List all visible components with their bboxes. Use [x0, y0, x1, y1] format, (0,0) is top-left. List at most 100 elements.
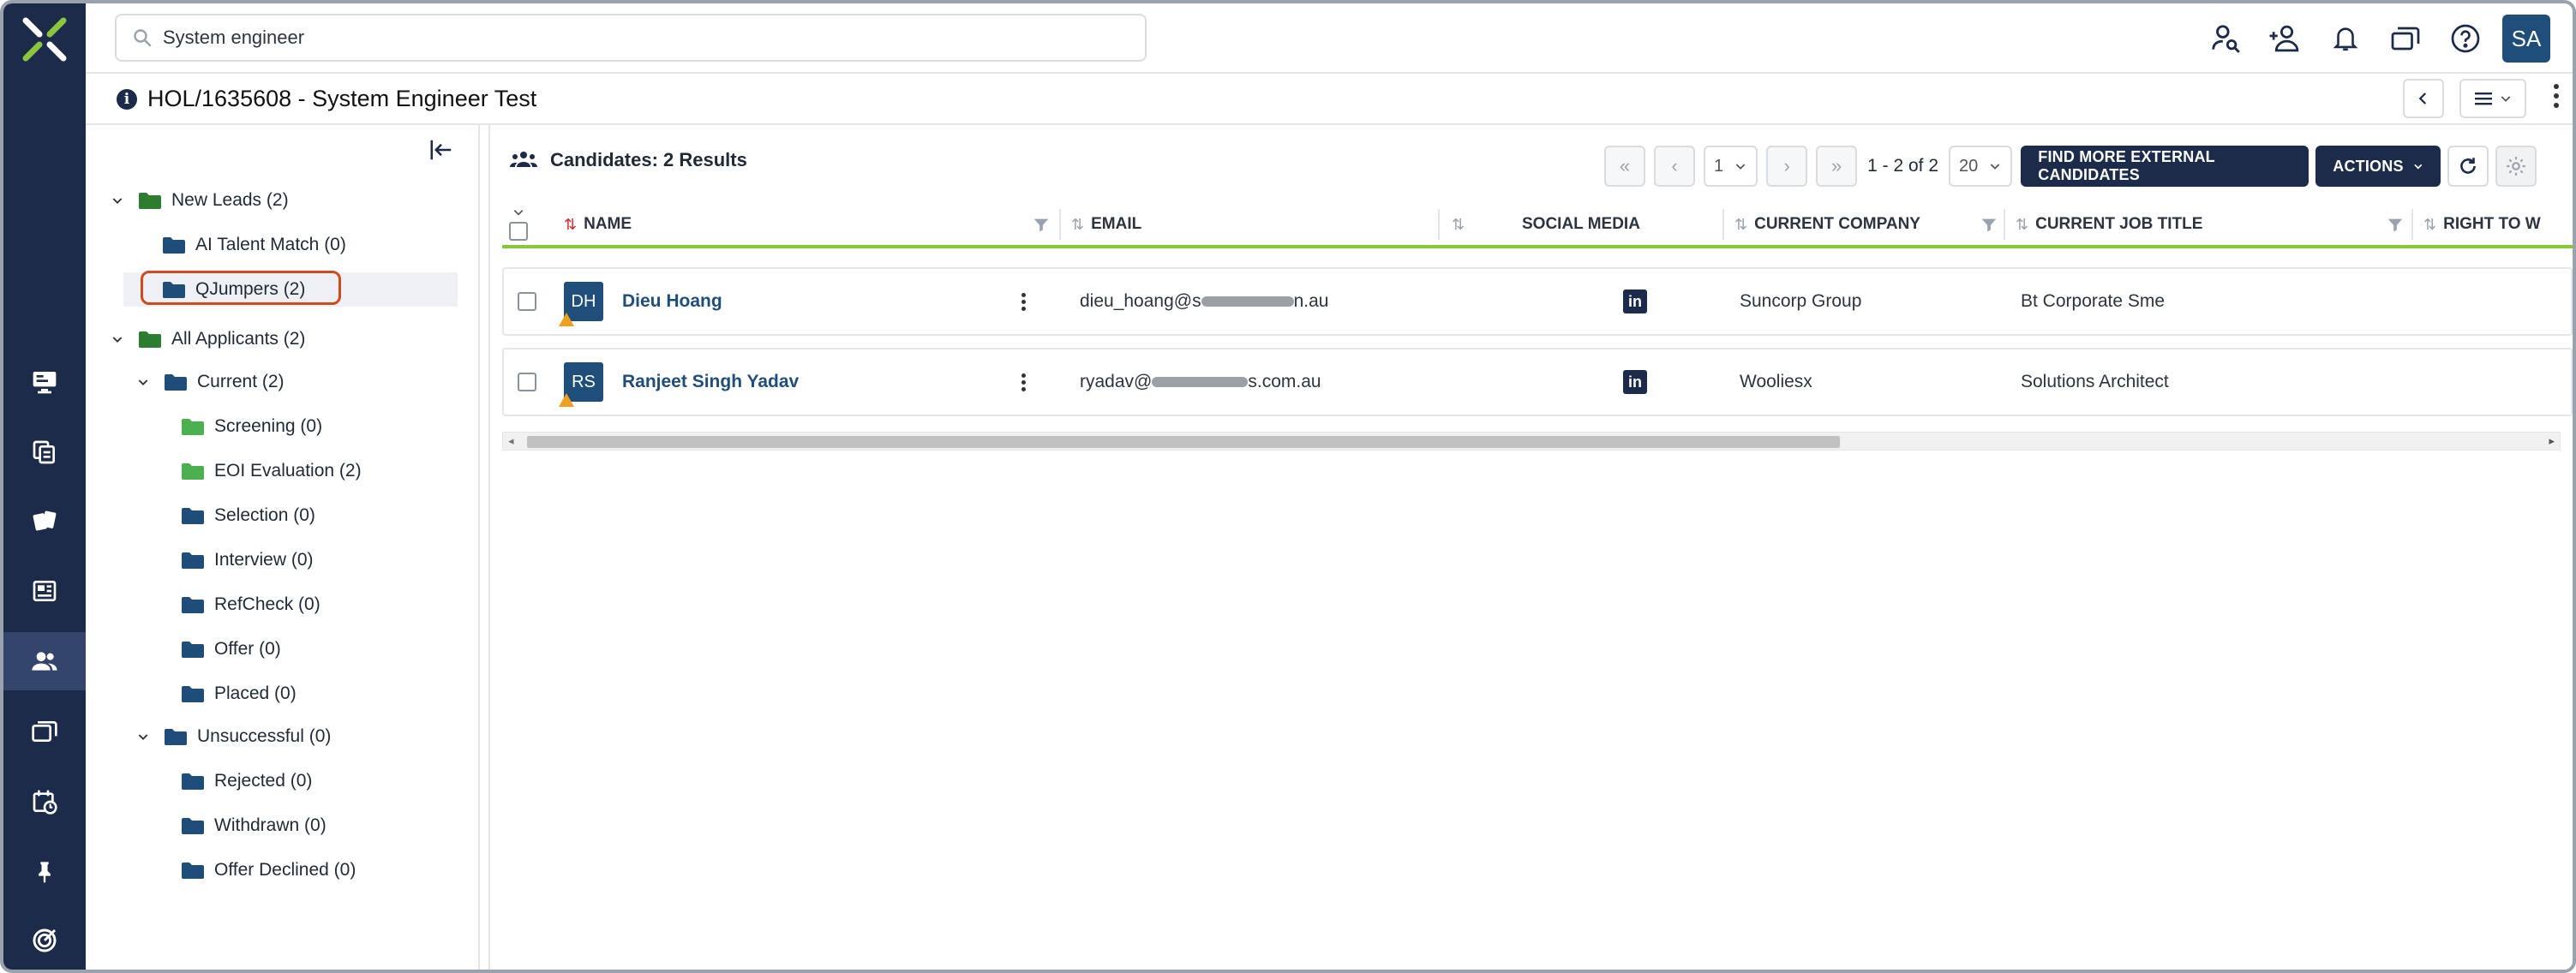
windows-icon[interactable] [2375, 3, 2435, 74]
scroll-left-icon[interactable]: ◂ [508, 434, 514, 448]
column-header-right-to-work[interactable]: ⇅ RIGHT TO W [2423, 200, 2541, 248]
info-icon[interactable]: i [117, 88, 137, 110]
filter-icon[interactable] [2386, 216, 2405, 235]
candidates-nav-icon[interactable] [3, 632, 86, 690]
column-divider [1059, 209, 1061, 240]
chevron-down-icon[interactable] [512, 208, 525, 218]
job-title-text: HOL/1635608 - System Engineer Test [147, 86, 537, 111]
selected-folder-highlight [141, 271, 341, 305]
tree-folder-item[interactable]: Screening (0) [180, 409, 322, 444]
news-nav-icon[interactable] [3, 562, 86, 620]
tree-folder-item[interactable]: Withdrawn (0) [180, 809, 326, 843]
tree-folder-label: Unsuccessful (0) [197, 726, 332, 746]
kebab-menu-icon[interactable] [2554, 84, 2559, 108]
chevron-down-icon[interactable] [108, 332, 127, 346]
library-nav-icon[interactable] [3, 702, 86, 761]
column-header-current-company[interactable]: ⇅ CURRENT COMPANY [1734, 200, 1920, 248]
tree-folder-label: Selection (0) [214, 505, 315, 525]
company-cell: Suncorp Group [1740, 291, 1862, 311]
bell-icon[interactable] [2315, 3, 2375, 74]
page-select[interactable]: 1 [1704, 146, 1758, 187]
column-header-current-job-title[interactable]: ⇅ CURRENT JOB TITLE [2016, 200, 2202, 248]
collapse-panel-icon[interactable] [428, 137, 454, 163]
top-icon-group: SA [2196, 3, 2573, 74]
select-all-checkbox[interactable] [509, 222, 528, 241]
settings-button[interactable] [2495, 146, 2537, 187]
tree-folder-item[interactable]: New Leads (2) [108, 183, 289, 218]
chevron-down-icon [1990, 164, 2000, 170]
chevron-down-icon [1735, 164, 1746, 170]
tree-folder-label: Withdrawn (0) [214, 815, 326, 835]
page-title: i HOL/1635608 - System Engineer Test [117, 86, 536, 112]
chevron-down-icon[interactable] [108, 194, 127, 207]
job-title-cell: Bt Corporate Sme [2021, 291, 2166, 311]
page-size-value: 20 [1959, 156, 1979, 176]
tree-folder-label: Placed (0) [214, 683, 297, 703]
linkedin-icon[interactable]: in [1623, 370, 1647, 394]
search-input[interactable]: System engineer [115, 14, 1147, 62]
horizontal-scrollbar[interactable]: ◂ ▸ [502, 432, 2561, 451]
row-menu-icon[interactable] [1021, 373, 1026, 391]
email-cell: dieu_hoang@s n.au [1080, 291, 1329, 311]
column-header-social-media[interactable]: SOCIAL MEDIA [1522, 200, 1640, 248]
dashboard-nav-icon[interactable] [3, 353, 86, 411]
candidate-name-link[interactable]: Ranjeet Singh Yadav [622, 372, 799, 392]
job-title-cell: Solutions Architect [2021, 372, 2169, 391]
first-page-button[interactable]: « [1604, 146, 1645, 187]
jobs-nav-icon[interactable] [3, 423, 86, 481]
target-nav-icon[interactable] [3, 911, 86, 970]
page-size-select[interactable]: 20 [1949, 146, 2013, 187]
column-header-email[interactable]: ⇅ EMAIL [1071, 200, 1141, 248]
chevron-down-icon[interactable] [134, 730, 153, 743]
help-icon[interactable] [2435, 3, 2495, 74]
calendar-nav-icon[interactable] [3, 773, 86, 831]
sort-icon: ⇅ [1071, 215, 1085, 233]
tree-folder-item[interactable]: Rejected (0) [180, 764, 312, 798]
folder-icon [180, 683, 206, 704]
back-button[interactable] [2403, 79, 2444, 118]
table-row[interactable]: DH Dieu Hoang dieu_hoang@s n.au in Suncor… [502, 267, 2573, 336]
tree-folder-label: Offer Declined (0) [214, 860, 356, 880]
linkedin-icon[interactable]: in [1623, 290, 1647, 313]
tree-folder-item[interactable]: AI Talent Match (0) [161, 228, 346, 262]
table-row[interactable]: RS Ranjeet Singh Yadav ryadav@ s.com.au i… [502, 348, 2573, 416]
actions-button[interactable]: ACTIONS [2315, 146, 2441, 187]
tree-folder-item[interactable]: Interview (0) [180, 543, 314, 577]
tree-folder-item[interactable]: Placed (0) [180, 677, 297, 711]
find-more-candidates-button[interactable]: FIND MORE EXTERNAL CANDIDATES [2021, 146, 2309, 187]
person-search-icon[interactable] [2196, 3, 2255, 74]
chevron-down-icon[interactable] [134, 375, 153, 389]
row-checkbox[interactable] [518, 292, 536, 311]
prev-page-button[interactable]: ‹ [1654, 146, 1695, 187]
refresh-button[interactable] [2447, 146, 2489, 187]
search-input-value: System engineer [163, 27, 305, 48]
row-checkbox[interactable] [518, 373, 536, 391]
logo-icon[interactable] [21, 15, 69, 63]
tree-folder-item[interactable]: Current (2) [134, 365, 285, 399]
filter-icon[interactable] [1032, 216, 1051, 235]
view-menu-button[interactable] [2459, 79, 2526, 118]
next-page-button[interactable]: › [1766, 146, 1808, 187]
pin-nav-icon[interactable] [3, 843, 86, 901]
tree-folder-item[interactable]: Offer (0) [180, 632, 281, 666]
add-person-icon[interactable] [2255, 3, 2315, 74]
column-header-name[interactable]: ⇅ NAME [564, 200, 632, 248]
candidate-name-link[interactable]: Dieu Hoang [622, 291, 722, 312]
last-page-button[interactable]: » [1816, 146, 1858, 187]
filter-icon[interactable] [1980, 216, 1998, 235]
folder-icon [163, 726, 189, 747]
tree-folder-item[interactable]: Unsuccessful (0) [134, 719, 331, 754]
cards-nav-icon[interactable] [3, 492, 86, 550]
scrollbar-thumb[interactable] [527, 436, 1840, 448]
tree-folder-item[interactable]: All Applicants (2) [108, 322, 305, 356]
sort-icon[interactable]: ⇅ [1452, 216, 1465, 234]
scroll-right-icon[interactable]: ▸ [2549, 434, 2555, 448]
tree-folder-item[interactable]: Offer Declined (0) [180, 853, 356, 887]
tree-folder-item[interactable]: EOI Evaluation (2) [180, 454, 362, 488]
warning-icon [559, 393, 574, 407]
column-divider [2411, 209, 2413, 240]
tree-folder-item[interactable]: RefCheck (0) [180, 588, 321, 622]
row-menu-icon[interactable] [1021, 292, 1026, 311]
user-avatar[interactable]: SA [2502, 15, 2550, 63]
tree-folder-item[interactable]: Selection (0) [180, 498, 315, 533]
